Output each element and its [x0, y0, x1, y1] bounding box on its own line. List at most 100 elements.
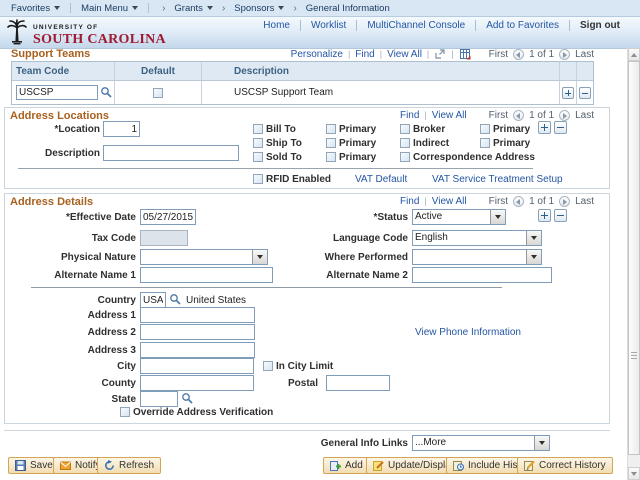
delete-address-row-button[interactable] — [554, 209, 567, 222]
address1-input[interactable] — [140, 307, 255, 323]
delete-location-button[interactable] — [554, 121, 567, 134]
add-location-button[interactable] — [538, 121, 551, 134]
dropdown-arrow-icon[interactable] — [526, 250, 541, 264]
vertical-scrollbar[interactable] — [627, 48, 640, 480]
team-description: USCSP Support Team — [234, 87, 334, 98]
breadcrumb-favorites[interactable]: Favorites — [11, 3, 61, 14]
dropdown-arrow-icon[interactable] — [526, 231, 541, 245]
support-teams-grid: Team Code Default Description USCSP Supp… — [11, 61, 594, 105]
breadcrumb: Favorites Main Menu Grants Sponsors Gene… — [0, 0, 640, 17]
previous-row-button[interactable] — [513, 196, 525, 207]
find-link[interactable]: Find — [355, 49, 374, 60]
next-row-button[interactable] — [559, 196, 571, 207]
country-lookup-icon[interactable] — [169, 293, 182, 306]
scroll-up-arrow-icon[interactable] — [628, 48, 640, 61]
previous-row-button[interactable] — [513, 48, 525, 60]
postal-input[interactable] — [326, 375, 390, 391]
location-input[interactable] — [103, 121, 140, 137]
worklist-link[interactable]: Worklist — [301, 20, 358, 31]
bill-to-primary-checkbox[interactable] — [326, 124, 336, 134]
broker-primary-checkbox[interactable] — [480, 124, 490, 134]
in-city-limit-checkbox[interactable] — [263, 361, 273, 371]
add-to-favorites-link[interactable]: Add to Favorites — [476, 20, 570, 31]
physical-nature-dropdown[interactable] — [140, 249, 268, 265]
indirect-primary-label: Primary — [493, 138, 531, 149]
correspondence-address-checkbox[interactable] — [400, 152, 410, 162]
country-input[interactable] — [140, 292, 166, 308]
add-row-button[interactable] — [562, 86, 574, 99]
sign-out-link[interactable]: Sign out — [570, 20, 630, 31]
first-label: First — [488, 196, 509, 207]
personalize-link[interactable]: Personalize — [291, 49, 343, 60]
view-phone-information-link[interactable]: View Phone Information — [415, 327, 521, 338]
save-icon — [15, 460, 26, 471]
ship-to-checkbox[interactable] — [253, 138, 263, 148]
bill-to-checkbox[interactable] — [253, 124, 263, 134]
indirect-primary-checkbox[interactable] — [480, 138, 490, 148]
dropdown-arrow-icon[interactable] — [490, 210, 505, 224]
postal-label: Postal — [287, 378, 318, 389]
team-code-input[interactable] — [16, 85, 98, 100]
zoom-grid-icon[interactable] — [434, 48, 446, 60]
sold-to-primary-checkbox[interactable] — [326, 152, 336, 162]
home-link[interactable]: Home — [253, 20, 301, 31]
include-history-icon — [453, 461, 464, 471]
location-description-input[interactable] — [103, 145, 239, 161]
next-row-button[interactable] — [559, 48, 571, 60]
next-row-button[interactable] — [559, 110, 571, 121]
address2-input[interactable] — [140, 324, 255, 340]
view-all-link[interactable]: View All — [387, 49, 422, 60]
status-value: Active — [415, 211, 443, 222]
previous-row-button[interactable] — [513, 110, 525, 121]
delete-row-button[interactable] — [579, 86, 591, 99]
county-input[interactable] — [140, 375, 254, 391]
view-all-link[interactable]: View All — [432, 110, 467, 121]
view-all-link[interactable]: View All — [432, 196, 467, 207]
effective-date-input[interactable] — [140, 209, 196, 225]
header-links: Home Worklist MultiChannel Console Add t… — [253, 20, 630, 31]
vat-default-link[interactable]: VAT Default — [355, 174, 407, 185]
breadcrumb-grants[interactable]: Grants — [174, 3, 213, 14]
support-teams-toolbar: Personalize Find View All First 1 of 1 L… — [291, 48, 594, 60]
rfid-enabled-checkbox[interactable] — [253, 174, 263, 184]
where-performed-dropdown[interactable] — [412, 249, 542, 265]
status-dropdown[interactable]: Active — [412, 209, 506, 225]
alternate-name1-input[interactable] — [140, 267, 273, 283]
breadcrumb-sponsors[interactable]: Sponsors — [234, 3, 285, 14]
find-link[interactable]: Find — [400, 110, 419, 121]
indirect-checkbox[interactable] — [400, 138, 410, 148]
download-icon[interactable] — [459, 48, 471, 60]
address3-input[interactable] — [140, 342, 255, 358]
scrollbar-thumb[interactable] — [628, 61, 640, 455]
correct-history-button[interactable]: Correct History — [517, 457, 613, 474]
multichannel-console-link[interactable]: MultiChannel Console — [357, 20, 477, 31]
where-performed-value — [413, 250, 526, 264]
dropdown-arrow-icon[interactable] — [534, 436, 549, 450]
broker-checkbox[interactable] — [400, 124, 410, 134]
scroll-down-arrow-icon[interactable] — [628, 467, 640, 480]
ship-to-primary-checkbox[interactable] — [326, 138, 336, 148]
general-info-links-dropdown[interactable]: ...More — [412, 435, 550, 451]
default-checkbox[interactable] — [153, 87, 163, 98]
team-code-lookup-icon[interactable] — [100, 86, 113, 99]
refresh-button[interactable]: Refresh — [97, 457, 162, 474]
add-address-row-button[interactable] — [538, 209, 551, 222]
tax-code-label: Tax Code — [91, 233, 136, 244]
override-address-verification-label: Override Address Verification — [133, 407, 274, 418]
state-input[interactable] — [140, 391, 178, 407]
physical-nature-label: Physical Nature — [60, 252, 136, 263]
alternate-name2-input[interactable] — [412, 267, 552, 283]
state-lookup-icon[interactable] — [181, 392, 194, 405]
section-divider — [18, 168, 533, 169]
sold-to-checkbox[interactable] — [253, 152, 263, 162]
find-link[interactable]: Find — [400, 196, 419, 207]
override-address-verification-checkbox[interactable] — [120, 407, 130, 417]
scrollbar-grip — [631, 352, 637, 360]
language-code-dropdown[interactable]: English — [412, 230, 542, 246]
vat-service-treatment-setup-link[interactable]: VAT Service Treatment Setup — [432, 174, 563, 185]
breadcrumb-main-menu[interactable]: Main Menu — [81, 3, 139, 14]
add-button[interactable]: Add — [323, 457, 370, 474]
column-header-default: Default — [114, 62, 201, 80]
general-info-links-label: General Info Links — [320, 438, 408, 449]
city-input[interactable] — [140, 358, 254, 374]
